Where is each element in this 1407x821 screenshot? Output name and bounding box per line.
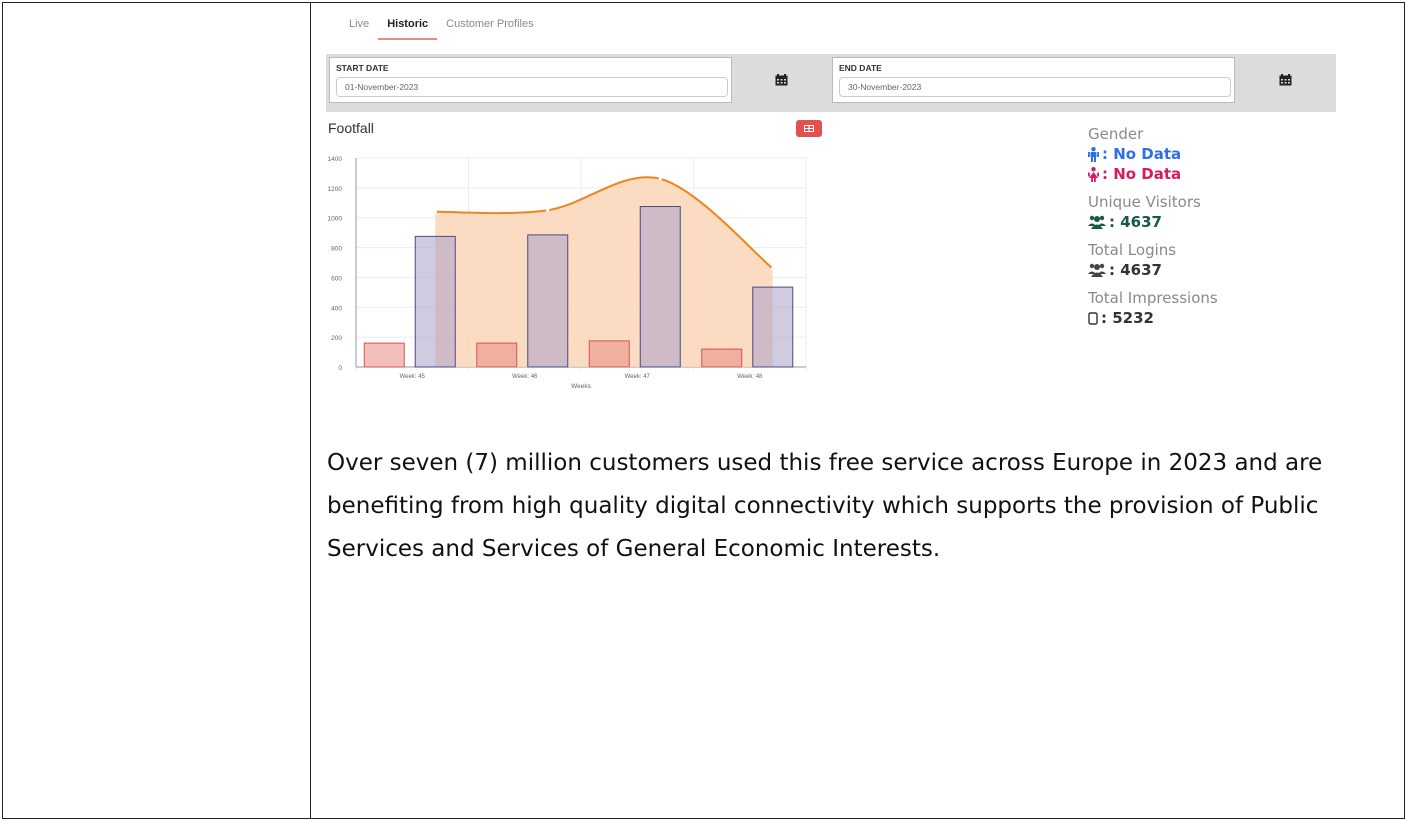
bar [639,206,681,368]
female-value: : No Data [1102,165,1182,183]
end-calendar-button[interactable] [1238,57,1333,103]
start-date-box: START DATE 01-November-2023 [329,57,732,103]
unique-visitors-label: Unique Visitors [1088,193,1201,211]
area-point [546,208,550,212]
start-date-input[interactable]: 01-November-2023 [336,77,728,97]
unique-visitors-value: : 4637 [1109,213,1162,231]
male-stat: : No Data [1088,145,1328,163]
bar [363,342,405,368]
stats-panel: Gender : No Data : No Data Unique Visito… [1088,121,1328,327]
y-tick-label: 400 [331,305,342,312]
x-tick-label: Week: 47 [625,374,651,380]
y-tick-label: 600 [331,275,342,282]
dashboard-screenshot: Live Historic Customer Profiles START DA… [326,8,1336,408]
date-range-bar: START DATE 01-November-2023 END DATE 30-… [326,54,1336,112]
footfall-title: Footfall [328,120,374,136]
end-date-label: END DATE [839,63,882,73]
start-calendar-button[interactable] [734,57,829,103]
body-paragraph: Over seven (7) million customers used th… [327,450,1323,562]
y-tick-label: 200 [331,335,342,342]
female-icon [1088,166,1099,182]
export-button[interactable] [796,120,822,137]
end-date-box: END DATE 30-November-2023 [832,57,1235,103]
calendar-icon [775,74,788,86]
x-tick-label: Week: 45 [400,374,426,380]
y-tick-label: 1400 [328,156,343,163]
calendar-icon [1279,74,1292,86]
female-stat: : No Data [1088,165,1328,183]
bar [752,286,794,368]
start-date-label: START DATE [336,63,389,73]
y-tick-label: 1200 [328,186,343,193]
bar [414,235,456,368]
total-logins-label: Total Logins [1088,241,1177,259]
unique-visitors-stat: : 4637 [1088,213,1328,231]
y-tick-label: 1000 [328,216,343,223]
tab-customer-profiles[interactable]: Customer Profiles [437,16,542,40]
device-icon [1088,311,1098,325]
male-value: : No Data [1102,145,1182,163]
total-impressions-stat: : 5232 [1088,309,1328,327]
users-icon [1088,215,1106,229]
x-tick-label: Week: 46 [512,374,538,380]
area-point [433,210,437,214]
bar [588,340,630,368]
bar [527,234,569,368]
tab-live[interactable]: Live [340,16,378,40]
bar [701,348,743,368]
bar [476,342,518,368]
end-date-input[interactable]: 30-November-2023 [839,77,1231,97]
x-axis-label: Weeks [571,383,591,390]
area-point [658,177,662,181]
users-icon [1088,263,1106,277]
total-logins-stat: : 4637 [1088,261,1328,279]
y-tick-label: 0 [338,365,342,372]
total-impressions-label: Total Impressions [1088,289,1218,307]
x-tick-label: Week: 48 [737,374,763,380]
left-empty-cell [3,3,311,818]
total-logins-value: : 4637 [1109,261,1162,279]
footfall-chart: 0 200 400 600 800 1000 1200 1400 Week: 45 Week: 4… [328,156,807,390]
tab-historic[interactable]: Historic [378,16,438,40]
y-tick-label: 800 [331,246,342,253]
table-icon [804,125,814,132]
gender-label: Gender [1088,125,1144,143]
male-icon [1088,146,1099,162]
tab-bar: Live Historic Customer Profiles [340,16,543,40]
total-impressions-value: : 5232 [1101,309,1154,327]
area-point [771,266,775,271]
area-fill [435,177,773,367]
